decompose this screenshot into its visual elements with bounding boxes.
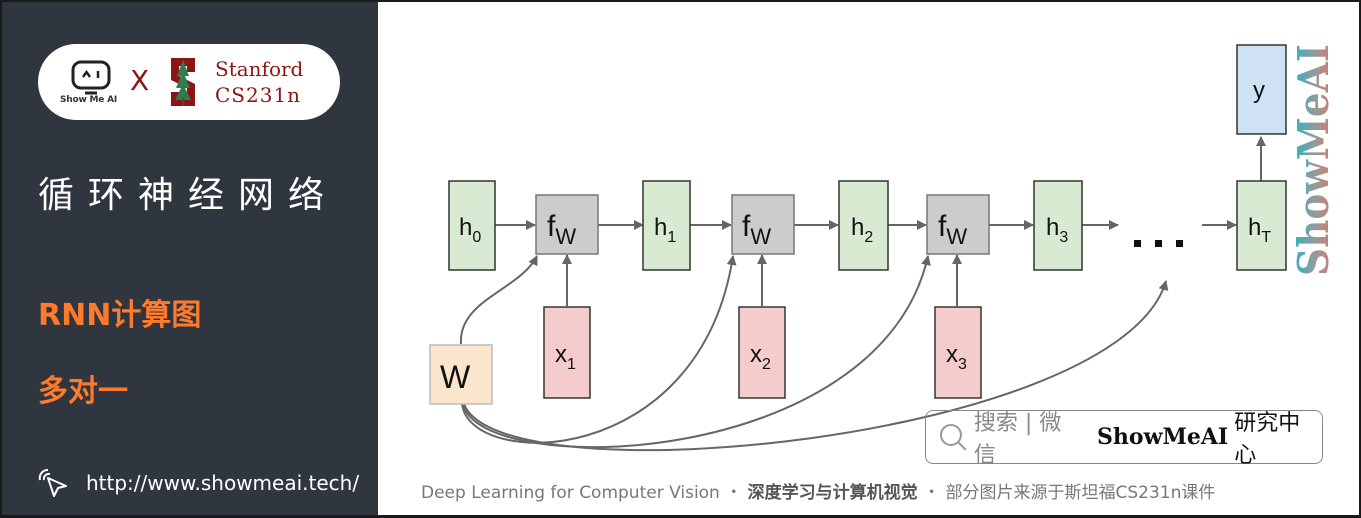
slide-border — [0, 0, 1361, 518]
